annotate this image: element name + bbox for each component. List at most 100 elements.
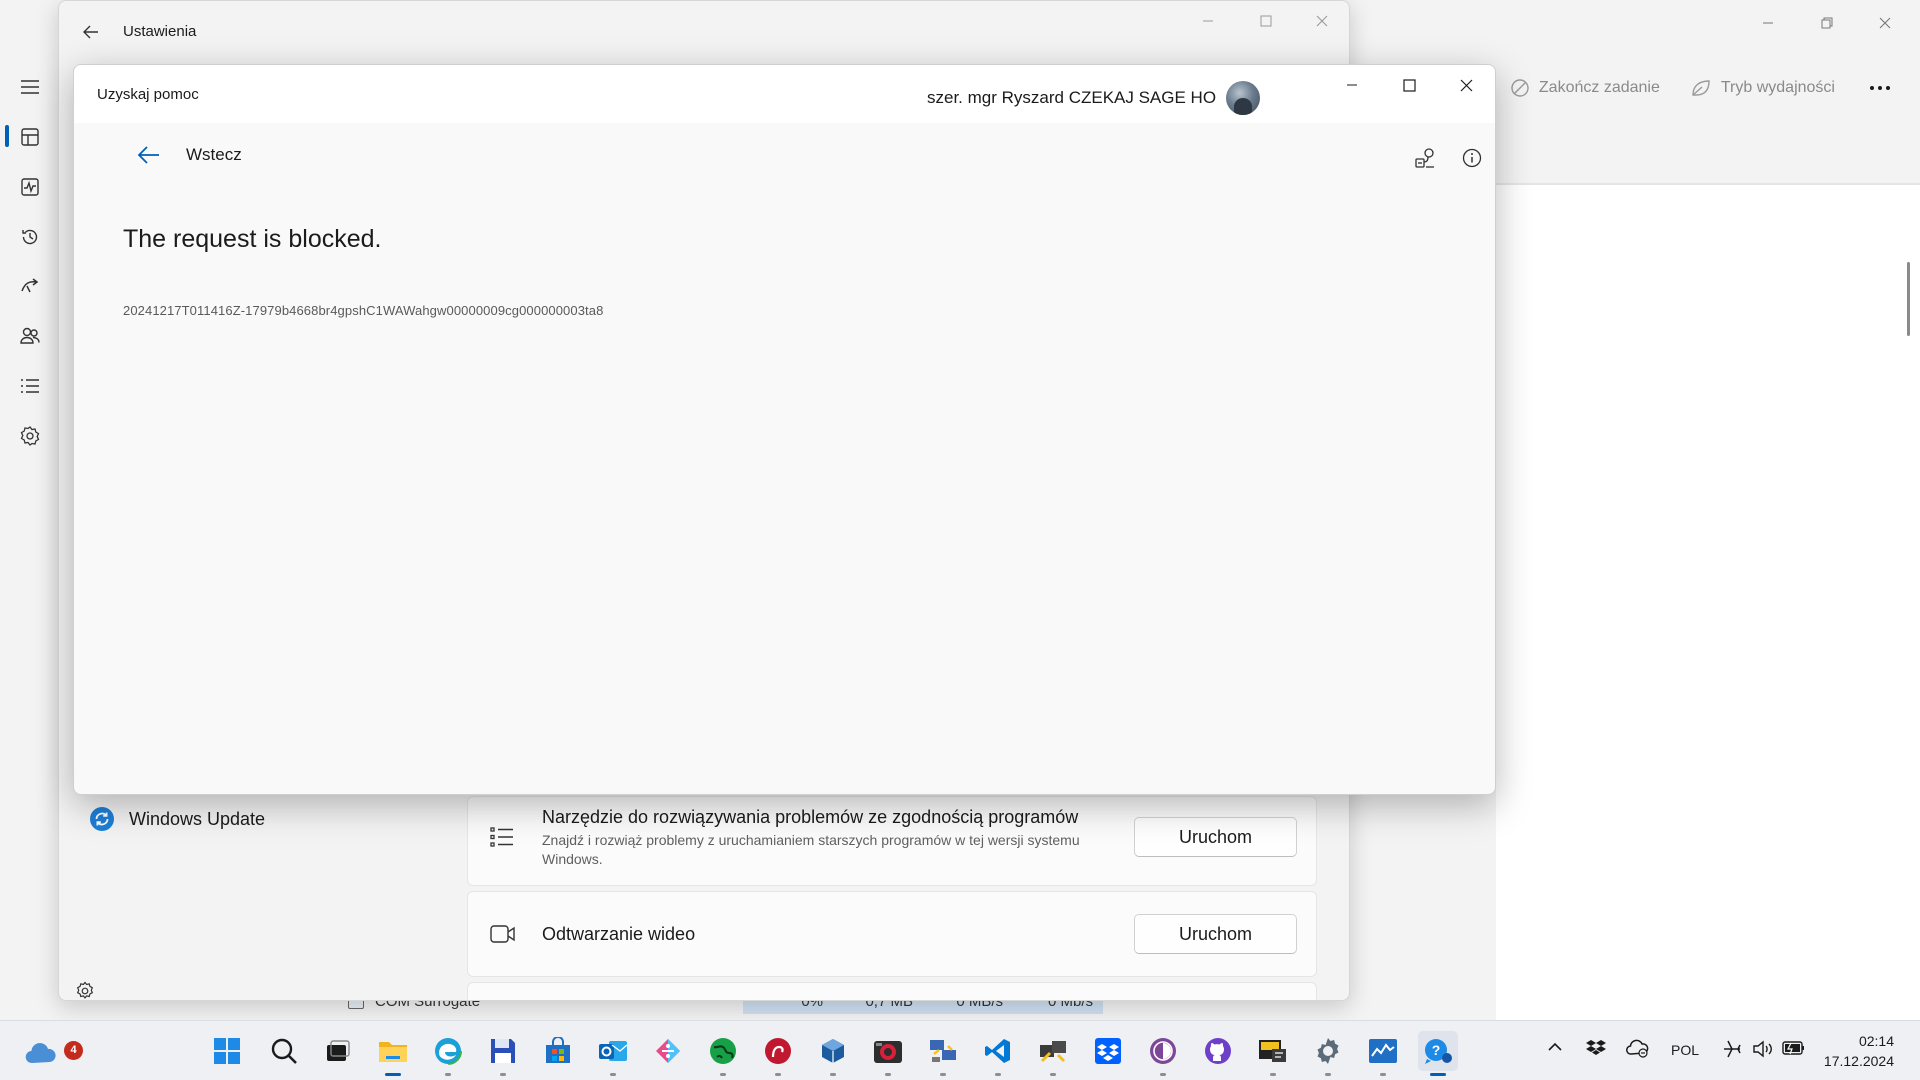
more-icon bbox=[1869, 86, 1890, 90]
tools-app-icon[interactable] bbox=[1033, 1031, 1073, 1071]
settings-title: Ustawienia bbox=[123, 23, 197, 40]
running-indicator bbox=[940, 1073, 946, 1076]
start-icon[interactable] bbox=[207, 1031, 247, 1071]
get-help-icon[interactable]: ? bbox=[1418, 1031, 1458, 1071]
end-task-button[interactable]: Zakończ zadanie bbox=[1510, 78, 1660, 98]
performance-icon[interactable] bbox=[10, 167, 50, 207]
outlook-icon[interactable] bbox=[593, 1031, 633, 1071]
card-description: Znajdź i rozwiąż problemy z uruchamianie… bbox=[542, 832, 1080, 867]
running-indicator bbox=[1160, 1073, 1166, 1076]
store-icon[interactable] bbox=[538, 1031, 578, 1071]
running-indicator bbox=[830, 1073, 836, 1076]
running-indicator bbox=[995, 1073, 1001, 1076]
card-title: Narzędzie do rozwiązywania problemów ze … bbox=[542, 807, 1079, 827]
troubleshooter-card-video: Odtwarzanie wideo Uruchom bbox=[467, 891, 1317, 977]
battery-icon[interactable] bbox=[1782, 1040, 1806, 1056]
running-indicator bbox=[1430, 1073, 1446, 1076]
startup-icon[interactable] bbox=[10, 266, 50, 306]
settings-back-button[interactable] bbox=[73, 17, 109, 47]
run-video-button[interactable]: Uruchom bbox=[1134, 914, 1297, 954]
details-icon[interactable] bbox=[10, 366, 50, 406]
settings-minimize-button[interactable] bbox=[1185, 6, 1231, 36]
task-manager-icon[interactable] bbox=[1363, 1031, 1403, 1071]
red-app-icon[interactable] bbox=[758, 1031, 798, 1071]
volume-icon[interactable] bbox=[1752, 1039, 1774, 1059]
dropbox-tray-icon[interactable] bbox=[1586, 1039, 1606, 1057]
running-indicator bbox=[1325, 1073, 1331, 1076]
get-help-title: Uzyskaj pomoc bbox=[97, 86, 199, 103]
settings-icon[interactable] bbox=[1308, 1031, 1348, 1071]
back-label: Wstecz bbox=[186, 145, 242, 164]
settings-close-button[interactable] bbox=[1299, 6, 1345, 36]
nav-active-indicator bbox=[5, 125, 9, 147]
process-list-area bbox=[1496, 184, 1920, 1020]
hamburger-icon[interactable] bbox=[10, 67, 50, 107]
get-help-maximize-button[interactable] bbox=[1384, 70, 1434, 100]
running-indicator bbox=[885, 1073, 891, 1076]
share-diagnostics-icon[interactable] bbox=[1408, 141, 1442, 175]
prohibited-icon bbox=[1511, 79, 1529, 97]
cloud-icon bbox=[25, 1043, 56, 1064]
scrollbar-thumb[interactable] bbox=[1907, 262, 1910, 336]
task-view-icon[interactable] bbox=[318, 1031, 358, 1071]
clock-date: 17.12.2024 bbox=[1823, 1053, 1894, 1069]
camera-app-icon[interactable] bbox=[868, 1031, 908, 1071]
chevron-up-icon[interactable] bbox=[1547, 1041, 1563, 1053]
github-icon[interactable] bbox=[1198, 1031, 1238, 1071]
running-indicator bbox=[720, 1073, 726, 1076]
tor-icon[interactable] bbox=[1143, 1031, 1183, 1071]
notification-badge: 4 bbox=[64, 1041, 83, 1060]
language-indicator[interactable]: POL bbox=[1671, 1042, 1699, 1058]
running-indicator bbox=[610, 1073, 616, 1076]
save-app-icon[interactable] bbox=[483, 1031, 523, 1071]
account-button[interactable]: szer. mgr Ryszard CZEKAJ SAGE HO bbox=[927, 81, 1261, 115]
efficiency-mode-button[interactable]: Tryb wydajności bbox=[1690, 78, 1835, 98]
reference-code: 20241217T011416Z-17979b4668br4gpshC1WAWa… bbox=[123, 303, 604, 318]
file-explorer-icon[interactable] bbox=[373, 1031, 413, 1071]
run-compatibility-button[interactable]: Uruchom bbox=[1134, 817, 1297, 857]
running-indicator bbox=[1270, 1073, 1276, 1076]
clock-time: 02:14 bbox=[1858, 1033, 1894, 1049]
running-indicator bbox=[445, 1073, 451, 1076]
onedrive-sync-icon[interactable] bbox=[1626, 1038, 1650, 1058]
processes-icon[interactable] bbox=[10, 117, 50, 157]
running-indicator bbox=[1050, 1073, 1056, 1076]
network-app-icon[interactable] bbox=[923, 1031, 963, 1071]
restore-button[interactable] bbox=[1804, 8, 1850, 38]
services-icon[interactable] bbox=[10, 416, 50, 456]
troubleshooter-card-compatibility: Narzędzie do rozwiązywania problemów ze … bbox=[467, 796, 1317, 886]
video-camera-icon bbox=[490, 924, 516, 944]
weather-widget[interactable]: 4 bbox=[24, 1033, 83, 1069]
efficiency-mode-label: Tryb wydajności bbox=[1720, 79, 1835, 96]
clock[interactable]: 02:14 17.12.2024 bbox=[1818, 1031, 1894, 1071]
back-link[interactable]: Wstecz bbox=[134, 140, 242, 170]
git-app-icon[interactable] bbox=[648, 1031, 688, 1071]
windows-update-icon bbox=[90, 807, 114, 831]
airplane-mode-icon[interactable] bbox=[1722, 1039, 1742, 1059]
get-help-minimize-button[interactable] bbox=[1327, 70, 1377, 100]
windows-update-label: Windows Update bbox=[129, 808, 266, 829]
get-help-window: Uzyskaj pomoc szer. mgr Ryszard CZEKAJ S… bbox=[73, 64, 1496, 795]
dropbox-icon[interactable] bbox=[1088, 1031, 1128, 1071]
users-icon[interactable] bbox=[10, 316, 50, 356]
minimize-button[interactable] bbox=[1745, 8, 1791, 38]
more-options-button[interactable] bbox=[1869, 85, 1891, 91]
gear-icon[interactable] bbox=[75, 981, 95, 1000]
arrow-left-icon bbox=[83, 25, 98, 39]
virtualbox-icon[interactable] bbox=[813, 1031, 853, 1071]
running-indicator bbox=[1380, 1073, 1386, 1076]
globe-app-icon[interactable] bbox=[703, 1031, 743, 1071]
nav-windows-update[interactable]: Windows Update bbox=[89, 806, 265, 832]
taskbar: 4 ? POL 02:14 17.12.2024 bbox=[0, 1020, 1920, 1080]
app-history-icon[interactable] bbox=[10, 217, 50, 257]
terminal-app-icon[interactable] bbox=[1253, 1031, 1293, 1071]
info-icon[interactable] bbox=[1455, 141, 1489, 175]
edge-icon[interactable] bbox=[428, 1031, 468, 1071]
vscode-icon[interactable] bbox=[978, 1031, 1018, 1071]
settings-maximize-button[interactable] bbox=[1243, 6, 1289, 36]
card-title: Odtwarzanie wideo bbox=[542, 924, 696, 944]
close-button[interactable] bbox=[1862, 8, 1908, 38]
get-help-close-button[interactable] bbox=[1441, 70, 1491, 100]
get-help-titlebar: Uzyskaj pomoc szer. mgr Ryszard CZEKAJ S… bbox=[74, 65, 1495, 123]
search-icon[interactable] bbox=[264, 1031, 304, 1071]
